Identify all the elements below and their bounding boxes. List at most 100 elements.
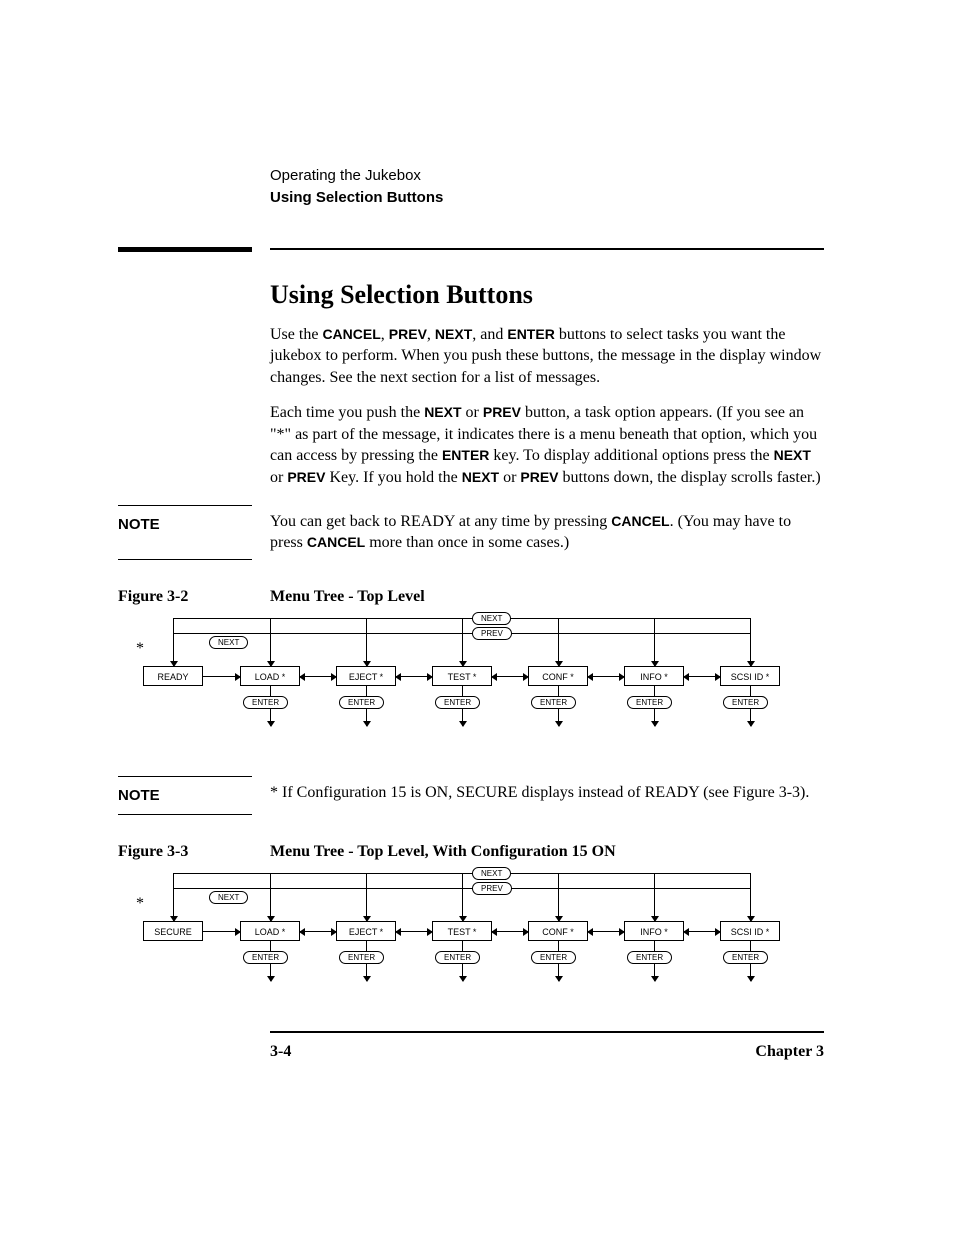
next-pill: NEXT [472, 612, 511, 626]
section-name: Using Selection Buttons [270, 187, 824, 209]
prev-label: PREV [287, 469, 325, 485]
menu-box: INFO * [624, 666, 684, 686]
section-title: Using Selection Buttons [270, 280, 824, 310]
diagram-arrow [462, 618, 463, 666]
figure-caption-1: Figure 3-2 Menu Tree - Top Level [118, 588, 824, 606]
intro-paragraph-2: Each time you push the NEXT or PREV butt… [270, 402, 824, 488]
menu-box: INFO * [624, 921, 684, 941]
text: or [270, 469, 287, 486]
figure-number: Figure 3-2 [118, 588, 252, 606]
text: Key. If you hold the [325, 469, 461, 486]
enter-pill: ENTER [627, 696, 672, 710]
diagram-arrow [588, 931, 624, 932]
diagram-arrow [558, 618, 559, 666]
diagram-arrow [462, 873, 463, 921]
enter-pill: ENTER [531, 696, 576, 710]
next-pill: NEXT [209, 891, 248, 905]
diagram-arrow [750, 618, 751, 666]
diagram-arrow [203, 676, 240, 677]
note-block-2: NOTE * If Configuration 15 is ON, SECURE… [118, 776, 824, 815]
diagram-arrow [203, 931, 240, 932]
prev-pill: PREV [472, 627, 512, 641]
diagram-arrow [750, 873, 751, 921]
intro-paragraph-1: Use the CANCEL, PREV, NEXT, and ENTER bu… [270, 324, 824, 389]
menu-box: TEST * [432, 921, 492, 941]
text: , and [472, 326, 507, 343]
enter-pill: ENTER [723, 951, 768, 965]
header-rule [118, 247, 824, 252]
menu-box: EJECT * [336, 666, 396, 686]
enter-pill: ENTER [435, 951, 480, 965]
cancel-label: CANCEL [611, 513, 669, 529]
diagram-arrow [300, 676, 336, 677]
menu-box: SCSI ID * [720, 921, 780, 941]
diagram-arrow [654, 873, 655, 921]
text: You can get back to READY at any time by… [270, 513, 611, 530]
menu-box: SECURE [143, 921, 203, 941]
menu-box: SCSI ID * [720, 666, 780, 686]
text: , [427, 326, 435, 343]
thin-rule [270, 248, 824, 250]
menu-box: READY [143, 666, 203, 686]
text: buttons down, the display scrolls faster… [559, 469, 821, 486]
diagram-arrow [173, 618, 174, 666]
prev-pill: PREV [472, 882, 512, 896]
text: or [499, 469, 520, 486]
next-pill: NEXT [472, 867, 511, 881]
enter-pill: ENTER [339, 696, 384, 710]
diagram-arrow [173, 873, 174, 921]
note-text: You can get back to READY at any time by… [270, 505, 824, 560]
text: more than once in some cases.) [365, 534, 569, 551]
enter-pill: ENTER [531, 951, 576, 965]
diagram-arrow [492, 931, 528, 932]
diagram-arrow [396, 676, 432, 677]
diagram-arrow [588, 676, 624, 677]
text: key. To display additional options press… [489, 447, 773, 464]
enter-pill: ENTER [243, 951, 288, 965]
asterisk-marker: * [136, 640, 144, 658]
diagram-arrow [366, 618, 367, 666]
thick-rule [118, 247, 252, 252]
page-footer: 3-4 Chapter 3 [270, 1031, 824, 1061]
menu-box: LOAD * [240, 921, 300, 941]
next-label: NEXT [435, 326, 472, 342]
figure-title: Menu Tree - Top Level [270, 588, 425, 606]
diagram-arrow [300, 931, 336, 932]
figure-caption-2: Figure 3-3 Menu Tree - Top Level, With C… [118, 843, 824, 861]
running-header: Operating the Jukebox Using Selection Bu… [270, 165, 824, 209]
note-text: * If Configuration 15 is ON, SECURE disp… [270, 776, 824, 815]
manual-page: Operating the Jukebox Using Selection Bu… [0, 0, 954, 1161]
next-label: NEXT [462, 469, 499, 485]
next-label: NEXT [774, 447, 811, 463]
text: Use the [270, 326, 322, 343]
prev-label: PREV [483, 404, 521, 420]
next-pill: NEXT [209, 636, 248, 650]
diagram-arrow [684, 676, 720, 677]
menu-box: LOAD * [240, 666, 300, 686]
diagram-arrow [366, 873, 367, 921]
diagram-arrow [270, 618, 271, 666]
prev-label: PREV [520, 469, 558, 485]
text: Each time you push the [270, 404, 424, 421]
diagram-arrow [558, 873, 559, 921]
menu-box: EJECT * [336, 921, 396, 941]
chapter-label: Chapter 3 [755, 1043, 824, 1061]
enter-pill: ENTER [723, 696, 768, 710]
enter-pill: ENTER [435, 696, 480, 710]
enter-pill: ENTER [339, 951, 384, 965]
diagram-arrow [654, 618, 655, 666]
asterisk-marker: * [136, 895, 144, 913]
enter-label: ENTER [507, 326, 554, 342]
enter-pill: ENTER [243, 696, 288, 710]
diagram-arrow [396, 931, 432, 932]
note-block-1: NOTE You can get back to READY at any ti… [118, 505, 824, 560]
diagram-arrow [270, 873, 271, 921]
text: or [462, 404, 483, 421]
menu-tree-diagram-1: *NEXTNEXTPREVREADYLOAD *ENTEREJECT *ENTE… [118, 616, 813, 736]
figure-title: Menu Tree - Top Level, With Configuratio… [270, 843, 616, 861]
diagram-arrow [492, 676, 528, 677]
prev-label: PREV [389, 326, 427, 342]
menu-box: CONF * [528, 666, 588, 686]
note-label: NOTE [118, 776, 252, 815]
chapter-name: Operating the Jukebox [270, 165, 824, 187]
